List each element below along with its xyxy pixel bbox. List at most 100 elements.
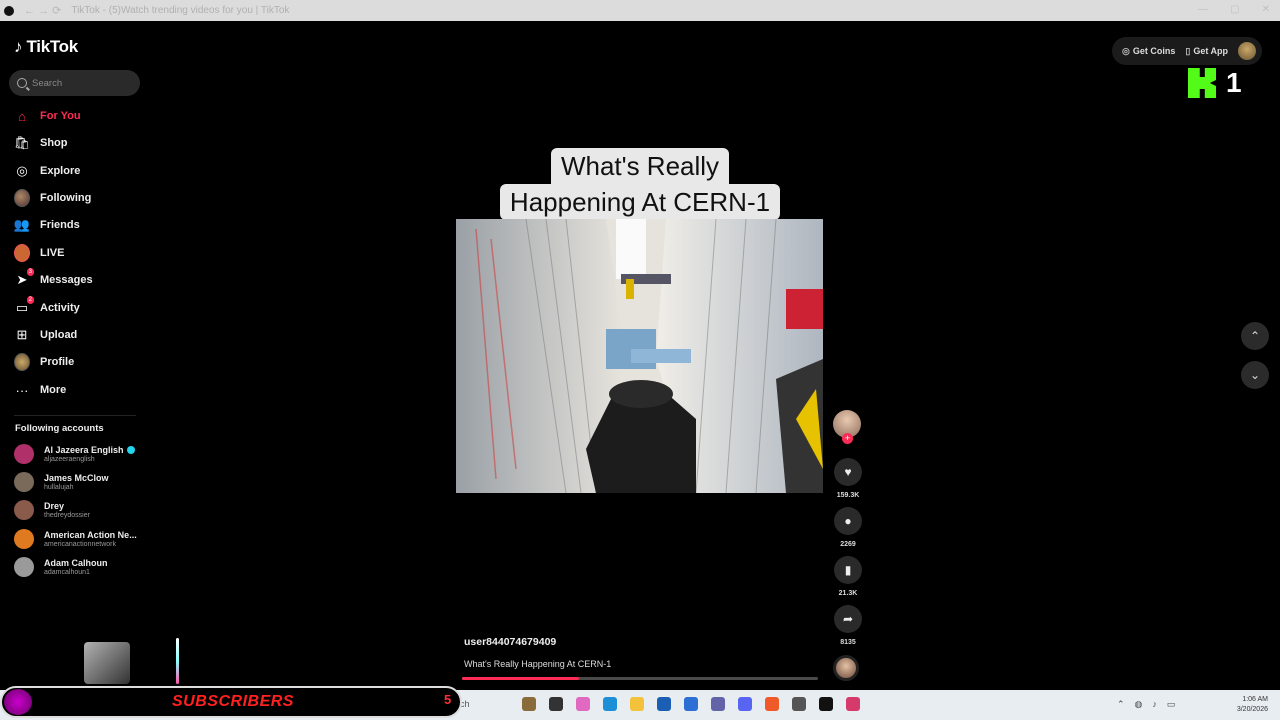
search-icon <box>17 78 27 88</box>
sidebar-item-following[interactable]: Following <box>14 188 144 208</box>
account-name: American Action Ne... <box>44 530 137 540</box>
share-arrow-icon[interactable]: ➦ <box>834 605 862 633</box>
account-name: Drey <box>44 501 65 511</box>
outlook-icon[interactable] <box>684 697 698 711</box>
previous-video-button[interactable]: ⌃ <box>1241 322 1269 350</box>
account-avatar <box>14 557 34 577</box>
share-action[interactable]: ➦ 8135 <box>833 605 863 646</box>
video-progress-fill <box>462 677 580 680</box>
get-coins-label: Get Coins <box>1132 46 1176 56</box>
sidebar-item-label: Messages <box>40 274 93 286</box>
chevron-down-icon: ⌄ <box>1249 368 1261 382</box>
sidebar-item-messages[interactable]: ➤ 3 Messages <box>14 268 144 290</box>
account-name: James McClow <box>44 473 109 483</box>
teams-icon[interactable] <box>711 697 725 711</box>
live-icon <box>14 244 30 262</box>
get-app-label: Get App <box>1193 46 1228 56</box>
video-author[interactable]: user844074679409 <box>464 636 556 648</box>
sidebar-item-activity[interactable]: ▭ 2 Activity <box>14 296 144 318</box>
battery-icon[interactable]: ▭ <box>1167 699 1176 710</box>
get-app-button[interactable]: ▯ Get App <box>1185 46 1228 57</box>
account-handle: thedreydossier <box>44 512 90 519</box>
widget-icon[interactable] <box>522 697 536 711</box>
bookmark-icon[interactable]: ▮ <box>834 556 862 584</box>
account-name: Al Jazeera English <box>44 445 124 455</box>
close-icon[interactable]: ✕ <box>1262 4 1270 15</box>
tiktok-taskbar-icon[interactable] <box>819 697 833 711</box>
get-coins-button[interactable]: ◎ Get Coins <box>1122 46 1175 57</box>
chevron-up-icon: ⌃ <box>1249 329 1261 343</box>
follow-plus-icon[interactable]: + <box>842 433 853 444</box>
app-icon[interactable] <box>765 697 779 711</box>
comment-action[interactable]: ● 2269 <box>833 507 863 548</box>
video-caption-overlay: What's Really Happening At CERN-1 <box>456 148 824 220</box>
obs-icon[interactable] <box>792 697 806 711</box>
music-disc-icon[interactable] <box>833 655 859 681</box>
subscribers-count: 5 <box>444 692 452 707</box>
next-video-button[interactable]: ⌄ <box>1241 361 1269 389</box>
sidebar-divider <box>14 415 136 416</box>
user-avatar[interactable] <box>1238 42 1256 60</box>
tab-title: TikTok - (5)Watch trending videos for yo… <box>71 5 290 16</box>
following-account-item[interactable]: American Action Ne... americanactionnetw… <box>14 529 144 549</box>
phone-icon: ▯ <box>1185 45 1191 56</box>
tray-chevron-icon[interactable]: ⌃ <box>1117 699 1125 710</box>
sidebar-item-label: For You <box>40 110 81 122</box>
friends-icon: 👥 <box>13 217 31 232</box>
account-name: Adam Calhoun <box>44 558 108 568</box>
subscribers-overlay: SUBSCRIBERS 5 <box>0 686 462 718</box>
browser-nav-buttons[interactable]: ← → ⟳ <box>24 4 61 17</box>
comment-count: 2269 <box>840 541 856 548</box>
following-account-item[interactable]: James McClow hullalujah <box>14 472 144 492</box>
discord-icon[interactable] <box>738 697 752 711</box>
channel-logo-icon <box>4 689 32 715</box>
following-account-item[interactable]: Al Jazeera English aljazeeraenglish <box>14 444 144 464</box>
browser-title-bar: ← → ⟳ TikTok - (5)Watch trending videos … <box>0 0 1280 21</box>
sidebar-item-for-you[interactable]: ⌂ For You <box>14 106 144 126</box>
store-icon[interactable] <box>657 697 671 711</box>
heart-icon[interactable]: ♥ <box>834 458 862 486</box>
tiktok-note-icon: ♪ <box>14 37 23 56</box>
search-box[interactable] <box>9 70 140 96</box>
caption-line-2: Happening At CERN-1 <box>499 184 781 220</box>
taskbar-clock[interactable]: 1:06 AM 3/20/2026 <box>1237 695 1268 715</box>
kick-logo-icon <box>1188 68 1216 98</box>
comment-icon[interactable]: ● <box>834 507 862 535</box>
video-progress-bar[interactable] <box>462 677 818 680</box>
task-view-icon[interactable] <box>549 697 563 711</box>
header-actions: ◎ Get Coins ▯ Get App <box>1112 37 1262 65</box>
creator-avatar[interactable]: + <box>833 410 861 444</box>
sidebar-item-live[interactable]: LIVE <box>14 243 144 263</box>
copilot-icon[interactable] <box>576 697 590 711</box>
maximize-icon[interactable]: ▢ <box>1230 4 1239 15</box>
following-account-item[interactable]: Adam Calhoun adamcalhoun1 <box>14 557 144 577</box>
save-count: 21.3K <box>838 590 858 597</box>
sidebar-item-more[interactable]: ··· More <box>14 380 144 400</box>
minimize-icon[interactable]: — <box>1198 4 1208 15</box>
home-icon: ⌂ <box>18 108 26 124</box>
sidebar-item-label: Profile <box>40 356 75 368</box>
sidebar-item-explore[interactable]: ◎ Explore <box>14 161 144 181</box>
sidebar-item-upload[interactable]: ⊞ Upload <box>14 325 144 345</box>
network-icon[interactable]: ◍ <box>1135 699 1143 710</box>
like-action[interactable]: ♥ 159.3K <box>833 458 863 499</box>
file-explorer-icon[interactable] <box>630 697 644 711</box>
activity-badge: 2 <box>26 296 34 304</box>
following-account-item[interactable]: Drey thedreydossier <box>14 500 144 520</box>
sidebar-item-shop[interactable]: 🛍 Shop <box>14 133 144 153</box>
upload-icon: ⊞ <box>16 327 28 342</box>
volume-icon[interactable]: ♪ <box>1152 699 1157 710</box>
more-dots-icon: ··· <box>15 382 29 398</box>
video-player[interactable]: What's Really Happening At CERN-1 <box>456 38 824 678</box>
save-action[interactable]: ▮ 21.3K <box>833 556 863 597</box>
account-avatar <box>14 529 34 549</box>
sidebar-item-friends[interactable]: 👥 Friends <box>14 215 144 235</box>
subscribers-label: SUBSCRIBERS <box>172 693 294 710</box>
coin-icon: ◎ <box>1122 45 1130 56</box>
tiktok-logo[interactable]: ♪ TikTok <box>14 37 78 57</box>
edge-icon[interactable] <box>603 697 617 711</box>
search-input[interactable] <box>32 77 132 89</box>
sidebar-item-profile[interactable]: Profile <box>14 352 144 372</box>
video-description: What's Really Happening At CERN-1 <box>464 659 612 669</box>
app-pink-icon[interactable] <box>846 697 860 711</box>
